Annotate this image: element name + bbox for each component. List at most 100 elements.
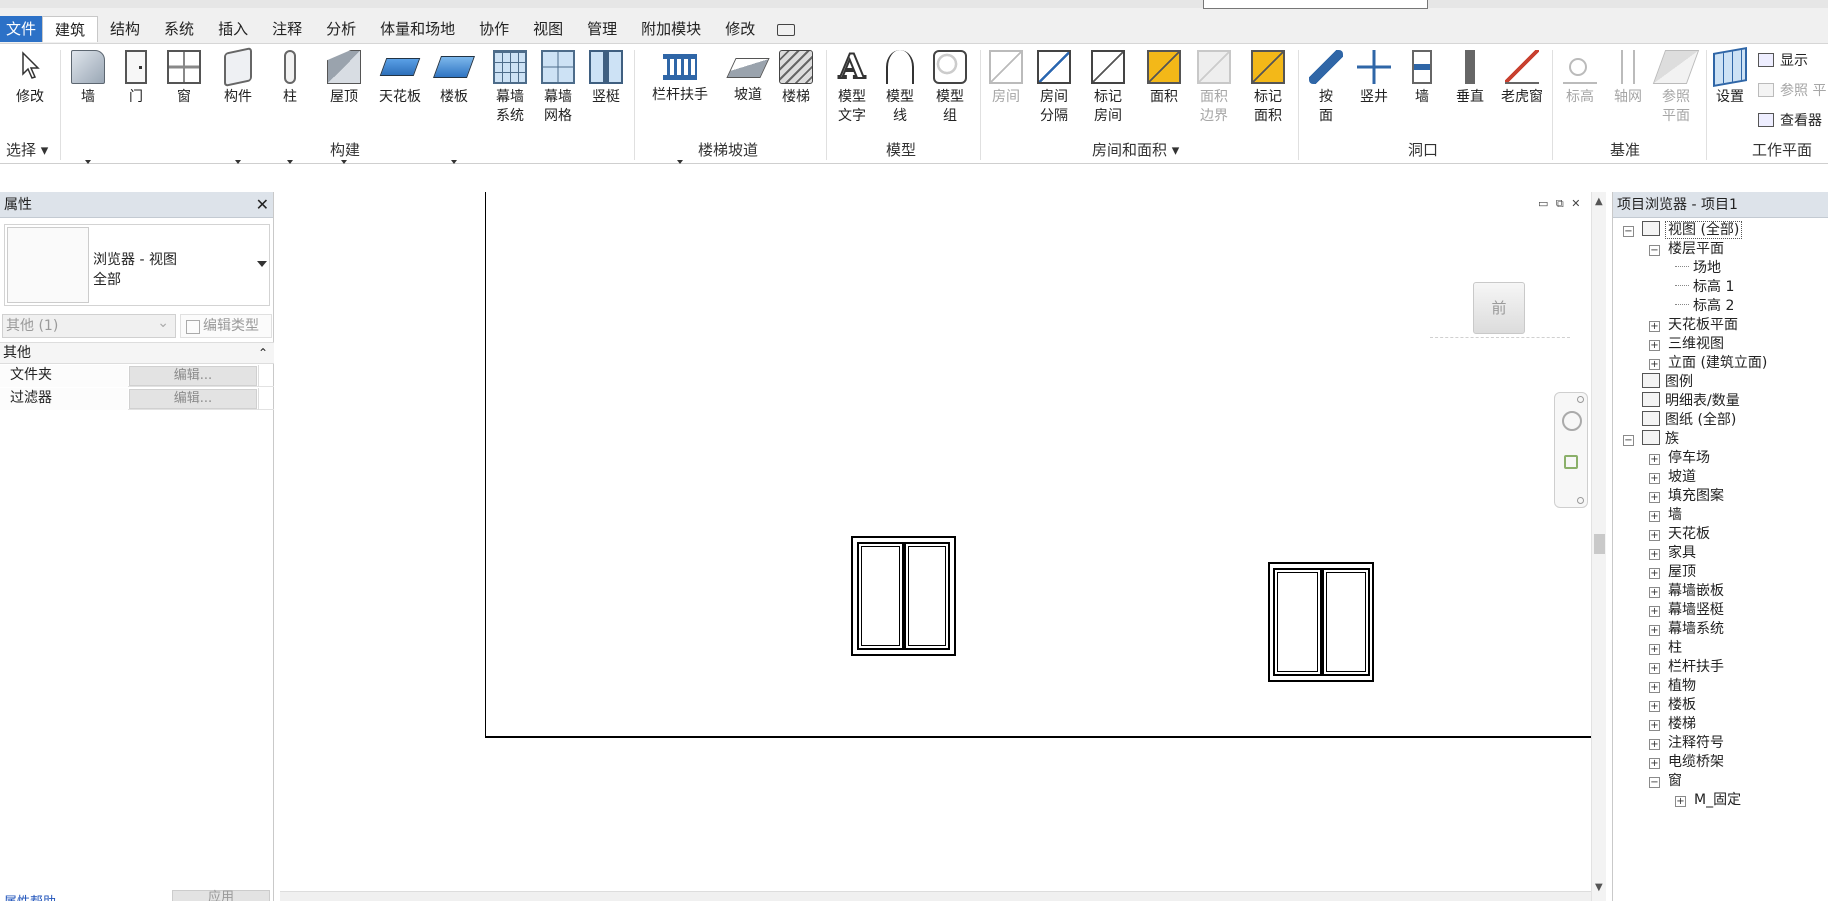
expand-toggle-icon[interactable]: +: [1649, 473, 1660, 484]
area-button[interactable]: 面积: [1140, 48, 1188, 107]
view-window-controls[interactable]: ▭ ⧉ ✕: [1538, 197, 1582, 211]
level-button[interactable]: 标高: [1556, 48, 1604, 107]
shaft-opening-button[interactable]: 竖井: [1350, 48, 1398, 107]
scroll-up-icon[interactable]: ▲: [1595, 196, 1603, 207]
expand-toggle-icon[interactable]: +: [1649, 492, 1660, 503]
tab-add-ins[interactable]: 附加模块: [629, 16, 713, 42]
tab-insert[interactable]: 插入: [206, 16, 260, 42]
window-element[interactable]: [851, 536, 956, 656]
tab-collaborate[interactable]: 协作: [467, 16, 521, 42]
property-edit-button[interactable]: 编辑...: [129, 366, 257, 386]
steering-wheel-icon[interactable]: [1562, 411, 1582, 431]
expand-toggle-icon[interactable]: +: [1649, 663, 1660, 674]
search-input[interactable]: [1203, 0, 1428, 9]
grid-button[interactable]: 轴网: [1604, 48, 1652, 107]
apply-button[interactable]: 应用: [172, 890, 270, 901]
wall-button[interactable]: 墙: [64, 48, 112, 164]
component-button[interactable]: 构件: [214, 47, 262, 164]
tab-annotate[interactable]: 注释: [260, 16, 314, 42]
area-boundary-button[interactable]: 面积 边界: [1190, 48, 1238, 126]
expand-toggle-icon[interactable]: +: [1649, 321, 1660, 332]
category-row[interactable]: 其他 ⌃: [0, 342, 274, 364]
ribbon-display-toggle-icon[interactable]: [767, 16, 811, 42]
wall-opening-button[interactable]: 墙: [1398, 48, 1446, 107]
expand-toggle-icon[interactable]: +: [1649, 587, 1660, 598]
tab-analyze[interactable]: 分析: [314, 16, 368, 42]
chevron-down-icon[interactable]: [257, 261, 267, 267]
expand-toggle-icon[interactable]: +: [1649, 739, 1660, 750]
stair-button[interactable]: 楼梯: [772, 48, 820, 107]
modify-button[interactable]: 修改: [6, 48, 54, 107]
tab-modify[interactable]: 修改: [713, 16, 767, 42]
expand-toggle-icon[interactable]: +: [1649, 644, 1660, 655]
type-selector[interactable]: 浏览器 - 视图 全部: [4, 224, 270, 306]
model-text-button[interactable]: A 模型 文字: [828, 48, 876, 126]
expand-toggle-icon[interactable]: +: [1675, 796, 1686, 807]
close-icon[interactable]: ✕: [256, 192, 269, 218]
vertical-opening-button[interactable]: 垂直: [1446, 48, 1494, 107]
tab-systems[interactable]: 系统: [152, 16, 206, 42]
collapse-toggle-icon[interactable]: −: [1649, 777, 1660, 788]
expand-toggle-icon[interactable]: +: [1649, 511, 1660, 522]
edit-type-button[interactable]: 编辑类型: [180, 314, 272, 338]
reference-plane-button[interactable]: 参照 平面: [1652, 48, 1700, 126]
roof-button[interactable]: 屋顶: [320, 48, 368, 164]
ref-plane-button[interactable]: 参照 平: [1758, 80, 1826, 100]
expand-toggle-icon[interactable]: +: [1649, 758, 1660, 769]
column-button[interactable]: 柱: [266, 48, 314, 164]
viewcube[interactable]: 前: [1473, 282, 1525, 334]
tab-view[interactable]: 视图: [521, 16, 575, 42]
ceiling-button[interactable]: 天花板: [374, 48, 426, 107]
dormer-opening-button[interactable]: 老虎窗: [1496, 48, 1548, 107]
zoom-icon[interactable]: [1564, 455, 1578, 469]
collapse-icon[interactable]: ⌃: [258, 343, 268, 363]
expand-toggle-icon[interactable]: +: [1649, 625, 1660, 636]
scrollbar-thumb[interactable]: [1594, 534, 1605, 554]
expand-toggle-icon[interactable]: +: [1649, 568, 1660, 579]
vertical-scrollbar[interactable]: ▲ ▼: [1591, 192, 1606, 901]
expand-toggle-icon[interactable]: +: [1649, 606, 1660, 617]
railing-button[interactable]: 栏杆扶手: [648, 48, 712, 164]
floor-button[interactable]: 楼板: [430, 48, 478, 164]
window-button[interactable]: 窗: [160, 48, 208, 107]
navbar-close-icon[interactable]: [1577, 396, 1584, 403]
room-button[interactable]: 房间: [982, 48, 1030, 107]
expand-toggle-icon[interactable]: +: [1649, 340, 1660, 351]
view-control-bar[interactable]: [280, 891, 1591, 901]
expand-toggle-icon[interactable]: +: [1649, 682, 1660, 693]
property-edit-button[interactable]: 编辑...: [129, 389, 257, 409]
tag-room-button[interactable]: 标记 房间: [1084, 48, 1132, 126]
window-element[interactable]: [1268, 562, 1374, 682]
collapse-toggle-icon[interactable]: −: [1649, 245, 1660, 256]
drawing-area[interactable]: ▭ ⧉ ✕ 前 ▲ ▼: [280, 192, 1606, 901]
expand-toggle-icon[interactable]: +: [1649, 549, 1660, 560]
expand-toggle-icon[interactable]: +: [1649, 530, 1660, 541]
set-workplane-button[interactable]: 设置: [1706, 47, 1754, 107]
model-group-button[interactable]: 模型 组: [926, 48, 974, 126]
model-line-button[interactable]: 模型 线: [876, 48, 924, 126]
tab-manage[interactable]: 管理: [575, 16, 629, 42]
navbar-options-icon[interactable]: [1577, 497, 1584, 504]
expand-toggle-icon[interactable]: +: [1649, 359, 1660, 370]
tab-massing-site[interactable]: 体量和场地: [368, 16, 467, 42]
instance-filter-select[interactable]: 其他 (1): [2, 312, 176, 338]
expand-toggle-icon[interactable]: +: [1649, 701, 1660, 712]
tag-area-button[interactable]: 标记 面积: [1244, 48, 1292, 126]
tab-structure[interactable]: 结构: [98, 16, 152, 42]
scroll-down-icon[interactable]: ▼: [1595, 882, 1603, 893]
panel-room-area-label[interactable]: 房间和面积 ▾: [1092, 139, 1179, 160]
expand-toggle-icon[interactable]: +: [1649, 454, 1660, 465]
tree-item-m-fixed[interactable]: + M_固定: [1675, 790, 1741, 812]
collapse-toggle-icon[interactable]: −: [1623, 226, 1634, 237]
tab-architecture[interactable]: 建筑: [42, 16, 99, 42]
curtain-grid-button[interactable]: 幕墙 网格: [534, 48, 582, 126]
curtain-system-button[interactable]: 幕墙 系统: [486, 48, 534, 126]
ramp-button[interactable]: 坡道: [724, 48, 772, 105]
door-button[interactable]: 门: [112, 48, 160, 107]
tab-file[interactable]: 文件: [0, 16, 43, 42]
room-separator-button[interactable]: 房间 分隔: [1030, 48, 1078, 126]
properties-help-link[interactable]: 属性帮助: [4, 891, 56, 901]
by-face-opening-button[interactable]: 按 面: [1302, 48, 1350, 126]
mullion-button[interactable]: 竖梃: [582, 48, 630, 107]
expand-toggle-icon[interactable]: +: [1649, 720, 1660, 731]
